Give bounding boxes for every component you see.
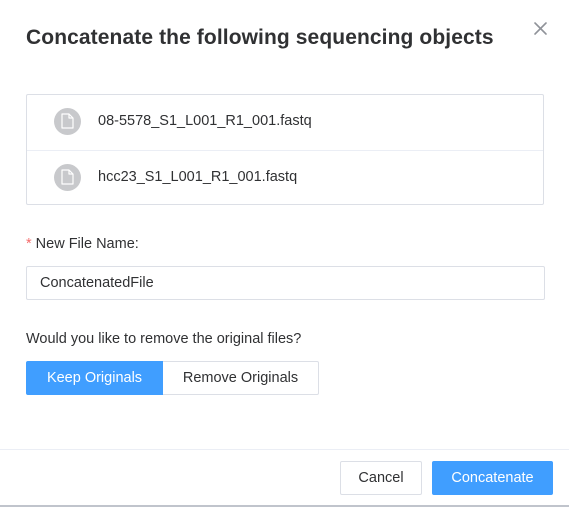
concatenate-dialog: Concatenate the following sequencing obj… (0, 0, 569, 507)
keep-originals-button[interactable]: Keep Originals (26, 361, 163, 395)
dialog-title: Concatenate the following sequencing obj… (26, 26, 494, 49)
concatenate-button[interactable]: Concatenate (432, 461, 553, 495)
file-name: 08-5578_S1_L001_R1_001.fastq (98, 113, 312, 129)
footer-divider (0, 449, 569, 450)
new-file-name-label-text: New File Name: (35, 236, 139, 252)
remove-originals-toggle: Keep Originals Remove Originals (26, 361, 319, 395)
remove-originals-button[interactable]: Remove Originals (163, 361, 319, 395)
remove-originals-question: Would you like to remove the original fi… (26, 331, 302, 347)
document-icon (54, 164, 81, 191)
list-item: hcc23_S1_L001_R1_001.fastq (27, 150, 543, 205)
list-item: 08-5578_S1_L001_R1_001.fastq (27, 95, 543, 150)
file-list: 08-5578_S1_L001_R1_001.fastq hcc23_S1_L0… (26, 94, 544, 205)
new-file-name-input[interactable] (26, 266, 545, 300)
cancel-button[interactable]: Cancel (340, 461, 422, 495)
close-icon[interactable] (531, 19, 551, 39)
document-icon (54, 108, 81, 135)
required-mark: * (26, 236, 32, 252)
new-file-name-label: * New File Name: (26, 236, 139, 252)
file-name: hcc23_S1_L001_R1_001.fastq (98, 169, 298, 185)
